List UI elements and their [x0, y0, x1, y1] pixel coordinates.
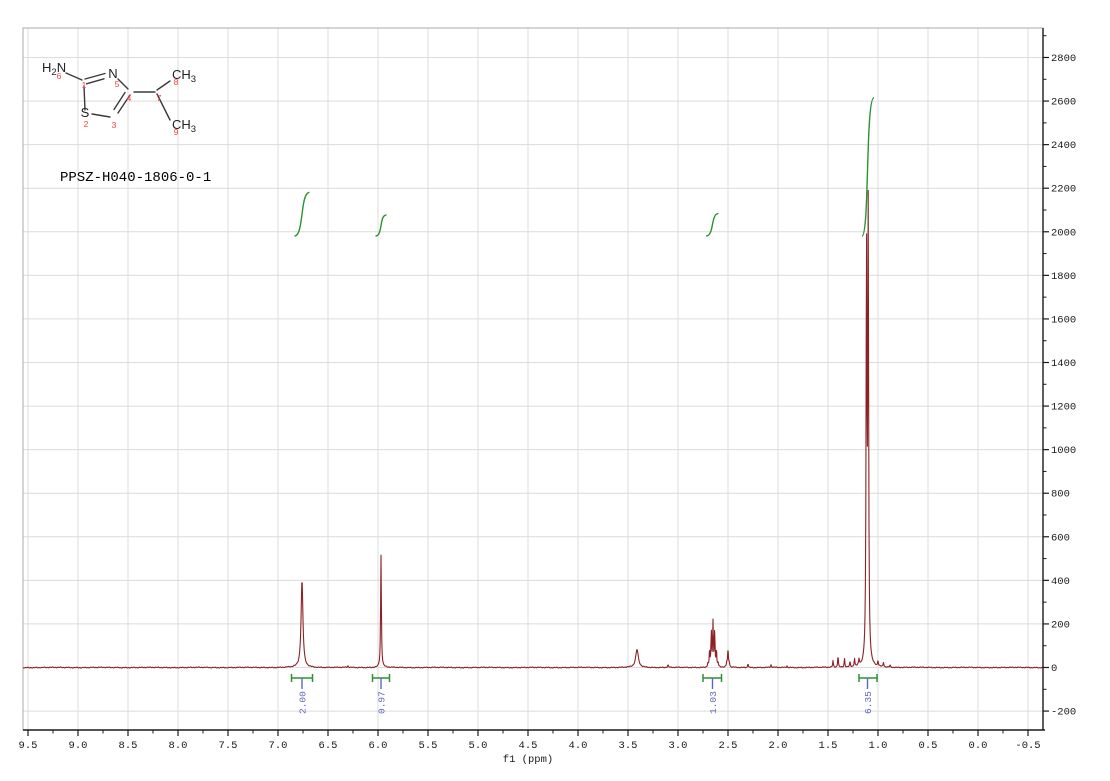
- x-tick-label: 8.5: [119, 740, 138, 752]
- x-tick-label: 7.5: [219, 740, 238, 752]
- integral-value-label: 2.00: [298, 691, 309, 714]
- atom-number-2: 2: [84, 119, 89, 129]
- y-tick-label: 600: [1051, 532, 1070, 544]
- spectrum-trace: [23, 190, 1043, 668]
- molecule-structure: H2N N S CH3 CH3 1 2 3 4 5 6 7 8 9: [42, 60, 196, 137]
- y-tick-label: 1400: [1051, 358, 1076, 370]
- integral-labels: 2.00 0.97 1.03 6.35: [292, 674, 878, 714]
- atom-number-8: 8: [174, 77, 179, 87]
- spectrum-line: [23, 190, 1043, 668]
- atom-number-6: 6: [57, 71, 62, 81]
- y-tick-label: 800: [1051, 489, 1070, 501]
- x-tick-label: 6.0: [369, 740, 388, 752]
- x-tick-label: 5.0: [469, 740, 488, 752]
- x-tick-label: 2.0: [769, 740, 788, 752]
- integral-curve: [706, 214, 719, 236]
- x-tick-label: 1.0: [869, 740, 888, 752]
- ring-sulfur-label: S: [81, 105, 90, 120]
- y-tick-label: 2600: [1051, 97, 1076, 109]
- x-tick-label: 2.5: [719, 740, 738, 752]
- y-tick-label: 1800: [1051, 271, 1076, 283]
- x-tick-label: 7.0: [269, 740, 288, 752]
- x-axis-title: f1 (ppm): [503, 754, 553, 766]
- y-tick-label: 400: [1051, 576, 1070, 588]
- integral-value-label: 6.35: [863, 691, 874, 714]
- atom-number-4: 4: [127, 93, 132, 103]
- x-tick-label: 4.0: [569, 740, 588, 752]
- sample-id: PPSZ-H040-1806-0-1: [60, 170, 211, 186]
- x-tick-label: 0.5: [919, 740, 938, 752]
- x-tick-label: 0.0: [969, 740, 988, 752]
- y-tick-label: 1000: [1051, 445, 1076, 457]
- atom-number-5: 5: [115, 79, 120, 89]
- y-tick-label: 2000: [1051, 227, 1076, 239]
- x-tick-label: 9.0: [69, 740, 88, 752]
- nmr-spectrum-canvas: 9.5 9.0 8.5 8.0 7.5 7.0 6.5 6.0 5.5 5.0 4.5 4.0 3.5 3…: [0, 0, 1110, 781]
- x-tick-label: 1.5: [819, 740, 838, 752]
- y-tick-label: 2800: [1051, 53, 1076, 65]
- x-tick-label: 3.0: [669, 740, 688, 752]
- atom-number-3: 3: [112, 120, 117, 130]
- atom-number-9: 9: [174, 127, 179, 137]
- integral-value-label: 0.97: [377, 691, 388, 714]
- y-tick-label: 1200: [1051, 402, 1076, 414]
- integral-value-label: 1.03: [708, 691, 719, 714]
- x-tick-label: 9.5: [19, 740, 38, 752]
- y-tick-label: 2200: [1051, 184, 1076, 196]
- x-tick-label: 6.5: [319, 740, 338, 752]
- y-tick-label: 2400: [1051, 140, 1076, 152]
- nmr-report-page: 9.5 9.0 8.5 8.0 7.5 7.0 6.5 6.0 5.5 5.0 4.5 4.0 3.5 3…: [0, 0, 1110, 781]
- y-axis: 2800260024002200200018001600140012001000…: [1043, 28, 1076, 730]
- y-tick-label: 0: [1051, 663, 1057, 675]
- x-tick-label: 4.5: [519, 740, 538, 752]
- x-tick-label: 3.5: [619, 740, 638, 752]
- atom-number-7: 7: [157, 93, 162, 103]
- x-tick-label: -0.5: [1015, 740, 1040, 752]
- x-tick-label: 8.0: [169, 740, 188, 752]
- atom-number-1: 1: [82, 80, 87, 90]
- amine-group-label: H2N: [42, 60, 66, 78]
- y-tick-label: 1600: [1051, 314, 1076, 326]
- x-axis: 9.5 9.0 8.5 8.0 7.5 7.0 6.5 6.0 5.5 5.0 4.5 4.0 3.5 3…: [19, 730, 1045, 752]
- integral-curve: [295, 192, 310, 236]
- y-tick-label: 200: [1051, 619, 1070, 631]
- y-tick-label: -200: [1051, 707, 1076, 719]
- x-tick-label: 5.5: [419, 740, 438, 752]
- integral-curves: [295, 98, 875, 236]
- integral-curve: [376, 215, 387, 236]
